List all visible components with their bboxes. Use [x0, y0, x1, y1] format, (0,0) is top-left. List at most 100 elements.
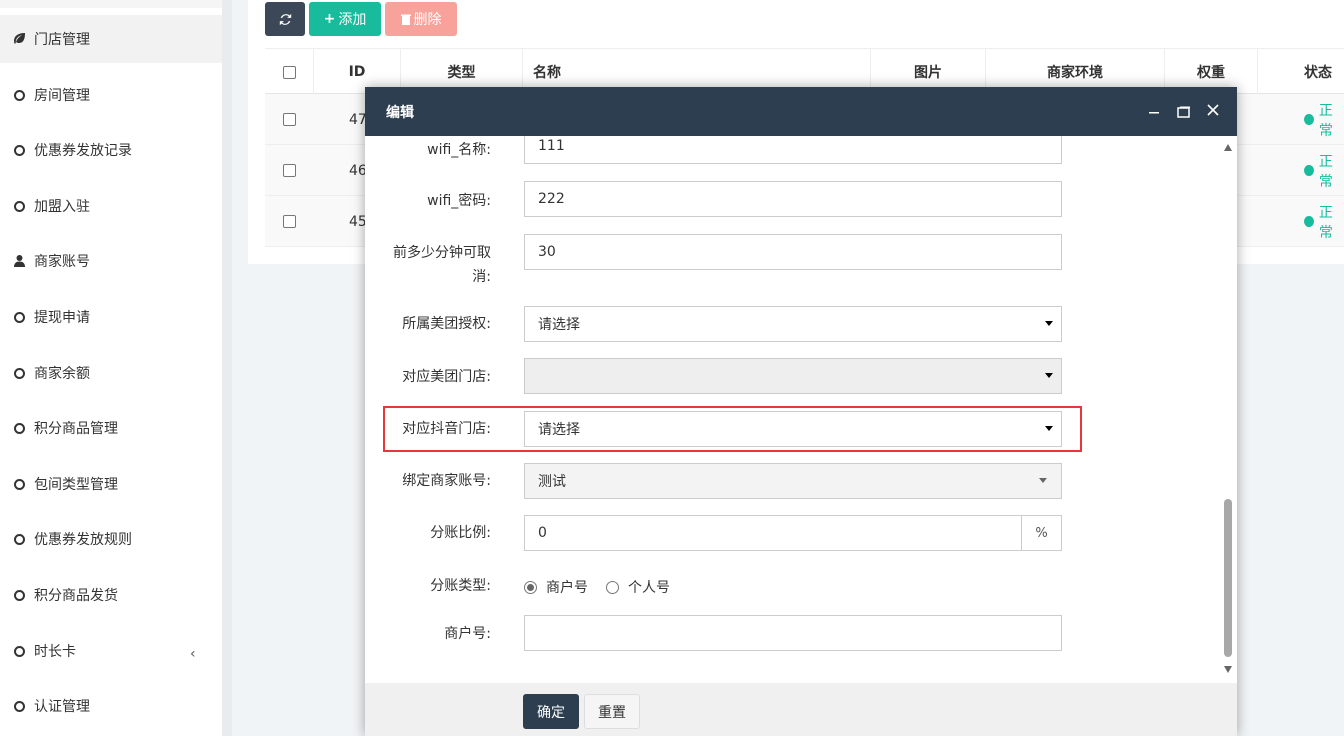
- wifi-password-input[interactable]: 222: [524, 181, 1062, 217]
- circle-icon: [12, 199, 26, 213]
- scroll-up-icon[interactable]: [1224, 144, 1232, 151]
- minimize-icon[interactable]: [1148, 101, 1160, 119]
- add-button-label: 添加: [338, 12, 367, 28]
- confirm-button[interactable]: 确定: [523, 694, 579, 729]
- sidebar-item-9[interactable]: 优惠券发放规则: [0, 515, 222, 563]
- merchant-account-select[interactable]: 测试: [524, 463, 1062, 499]
- cancel-minutes-label-line2: 消:: [472, 269, 491, 285]
- cancel-minutes-input[interactable]: 30: [524, 234, 1062, 270]
- circle-icon: [12, 532, 26, 546]
- sidebar-item-4[interactable]: 商家账号: [0, 237, 222, 285]
- scroll-down-icon[interactable]: [1224, 666, 1232, 673]
- percent-addon: %: [1021, 516, 1061, 550]
- meituan-auth-select[interactable]: 请选择: [524, 306, 1062, 342]
- status-text: 正常: [1318, 153, 1333, 190]
- row-checkbox[interactable]: [283, 164, 296, 177]
- user-icon: [12, 254, 26, 268]
- row-checkbox[interactable]: [283, 215, 296, 228]
- wifi-name-value: 111: [538, 138, 565, 154]
- radio-merchant-no-label: 商户号: [546, 580, 588, 596]
- sidebar-item-label: 包间类型管理: [34, 477, 118, 493]
- reset-button[interactable]: 重置: [584, 694, 640, 729]
- meituan-auth-label: 所属美团授权:: [402, 316, 491, 332]
- wifi-name-label: wifi_名称:: [427, 142, 491, 158]
- close-icon[interactable]: [1207, 102, 1219, 120]
- sidebar-top-divider: [0, 0, 222, 8]
- sidebar-item-10[interactable]: 积分商品发货: [0, 571, 222, 619]
- sidebar-item-11[interactable]: 时长卡: [0, 627, 222, 675]
- circle-icon: [12, 88, 26, 102]
- scroll-thumb[interactable]: [1224, 499, 1232, 657]
- sidebar-item-7[interactable]: 积分商品管理: [0, 404, 222, 452]
- sidebar-item-label: 商家余额: [34, 366, 90, 382]
- dropdown-caret-icon: [1045, 426, 1053, 431]
- meituan-auth-value: 请选择: [538, 317, 580, 333]
- cancel-minutes-value: 30: [538, 244, 556, 260]
- merchant-account-label: 绑定商家账号:: [402, 473, 491, 489]
- sidebar-collapse-icon[interactable]: ‹: [190, 646, 196, 662]
- leaf-icon: [12, 32, 26, 46]
- sidebar-item-12[interactable]: 认证管理: [0, 682, 222, 730]
- sidebar-item-label: 积分商品发货: [34, 588, 118, 604]
- status-text: 正常: [1318, 204, 1333, 241]
- sidebar-item-label: 提现申请: [34, 310, 90, 326]
- status-dot-icon: [1304, 114, 1314, 125]
- split-ratio-input[interactable]: 0 %: [524, 515, 1062, 551]
- dropdown-caret-icon: [1039, 478, 1047, 483]
- circle-icon: [12, 644, 26, 658]
- modal-scrollbar[interactable]: [1221, 144, 1235, 676]
- sidebar-item-label: 积分商品管理: [34, 421, 118, 437]
- add-button[interactable]: + 添加: [309, 2, 381, 36]
- plus-icon: +: [323, 11, 336, 27]
- sidebar-item-8[interactable]: 包间类型管理: [0, 460, 222, 508]
- douyin-store-label: 对应抖音门店:: [402, 421, 491, 437]
- select-all-checkbox[interactable]: [282, 65, 296, 79]
- douyin-store-select[interactable]: 请选择: [524, 411, 1062, 447]
- split-ratio-value: 0: [538, 525, 547, 541]
- edit-modal: 编辑 wifi_名称: 111 wifi_密码: 222 前多少分钟可取 消: …: [365, 87, 1237, 736]
- circle-icon: [12, 143, 26, 157]
- merchant-no-label: 商户号:: [444, 626, 491, 642]
- cancel-minutes-label: 前多少分钟可取 消:: [393, 241, 491, 289]
- split-ratio-label: 分账比例:: [430, 525, 491, 541]
- circle-icon: [12, 421, 26, 435]
- radio-merchant-no[interactable]: 商户号: [524, 577, 588, 597]
- status-text: 正常: [1318, 102, 1333, 139]
- status-badge: 正常: [1304, 145, 1344, 196]
- row-checkbox-cell: [283, 196, 296, 247]
- radio-checked-icon: [524, 580, 537, 594]
- col-header-status[interactable]: 状态: [1258, 49, 1344, 95]
- sidebar-item-2[interactable]: 优惠券发放记录: [0, 126, 222, 174]
- sidebar: 门店管理房间管理优惠券发放记录 加盟入驻商家账号提现申请商家余额积分商品管理 包间类…: [0, 0, 222, 736]
- sidebar-item-6[interactable]: 商家余额: [0, 349, 222, 397]
- delete-button-label: 删除: [413, 12, 442, 28]
- sidebar-item-1[interactable]: 房间管理: [0, 71, 222, 119]
- modal-body[interactable]: wifi_名称: 111 wifi_密码: 222 前多少分钟可取 消: 30 …: [365, 136, 1237, 683]
- status-dot-icon: [1304, 216, 1314, 227]
- row-checkbox[interactable]: [283, 113, 296, 126]
- wifi-password-label: wifi_密码:: [427, 193, 491, 209]
- sidebar-item-5[interactable]: 提现申请: [0, 293, 222, 341]
- dropdown-caret-icon: [1045, 373, 1053, 378]
- maximize-icon[interactable]: [1177, 104, 1191, 122]
- wifi-name-input[interactable]: 111: [524, 136, 1062, 164]
- trash-icon: [400, 14, 411, 25]
- merchant-no-input[interactable]: [524, 615, 1062, 651]
- meituan-store-label: 对应美团门店:: [402, 369, 491, 385]
- status-badge: 正常: [1304, 196, 1344, 247]
- merchant-account-value: 测试: [538, 474, 566, 490]
- radio-unchecked-icon: [606, 580, 619, 594]
- refresh-button[interactable]: [265, 2, 305, 36]
- sidebar-item-0[interactable]: 门店管理: [0, 15, 222, 63]
- radio-personal-no[interactable]: 个人号: [606, 577, 670, 597]
- circle-icon: [12, 477, 26, 491]
- delete-button[interactable]: 删除: [385, 2, 457, 36]
- sidebar-item-3[interactable]: 加盟入驻: [0, 182, 222, 230]
- dropdown-caret-icon: [1045, 321, 1053, 326]
- meituan-store-select[interactable]: [524, 358, 1062, 394]
- wifi-password-value: 222: [538, 191, 565, 207]
- cancel-minutes-label-line1: 前多少分钟可取: [393, 245, 491, 261]
- status-badge: 正常: [1304, 94, 1344, 145]
- row-checkbox-cell: [283, 145, 296, 196]
- status-dot-icon: [1304, 165, 1314, 176]
